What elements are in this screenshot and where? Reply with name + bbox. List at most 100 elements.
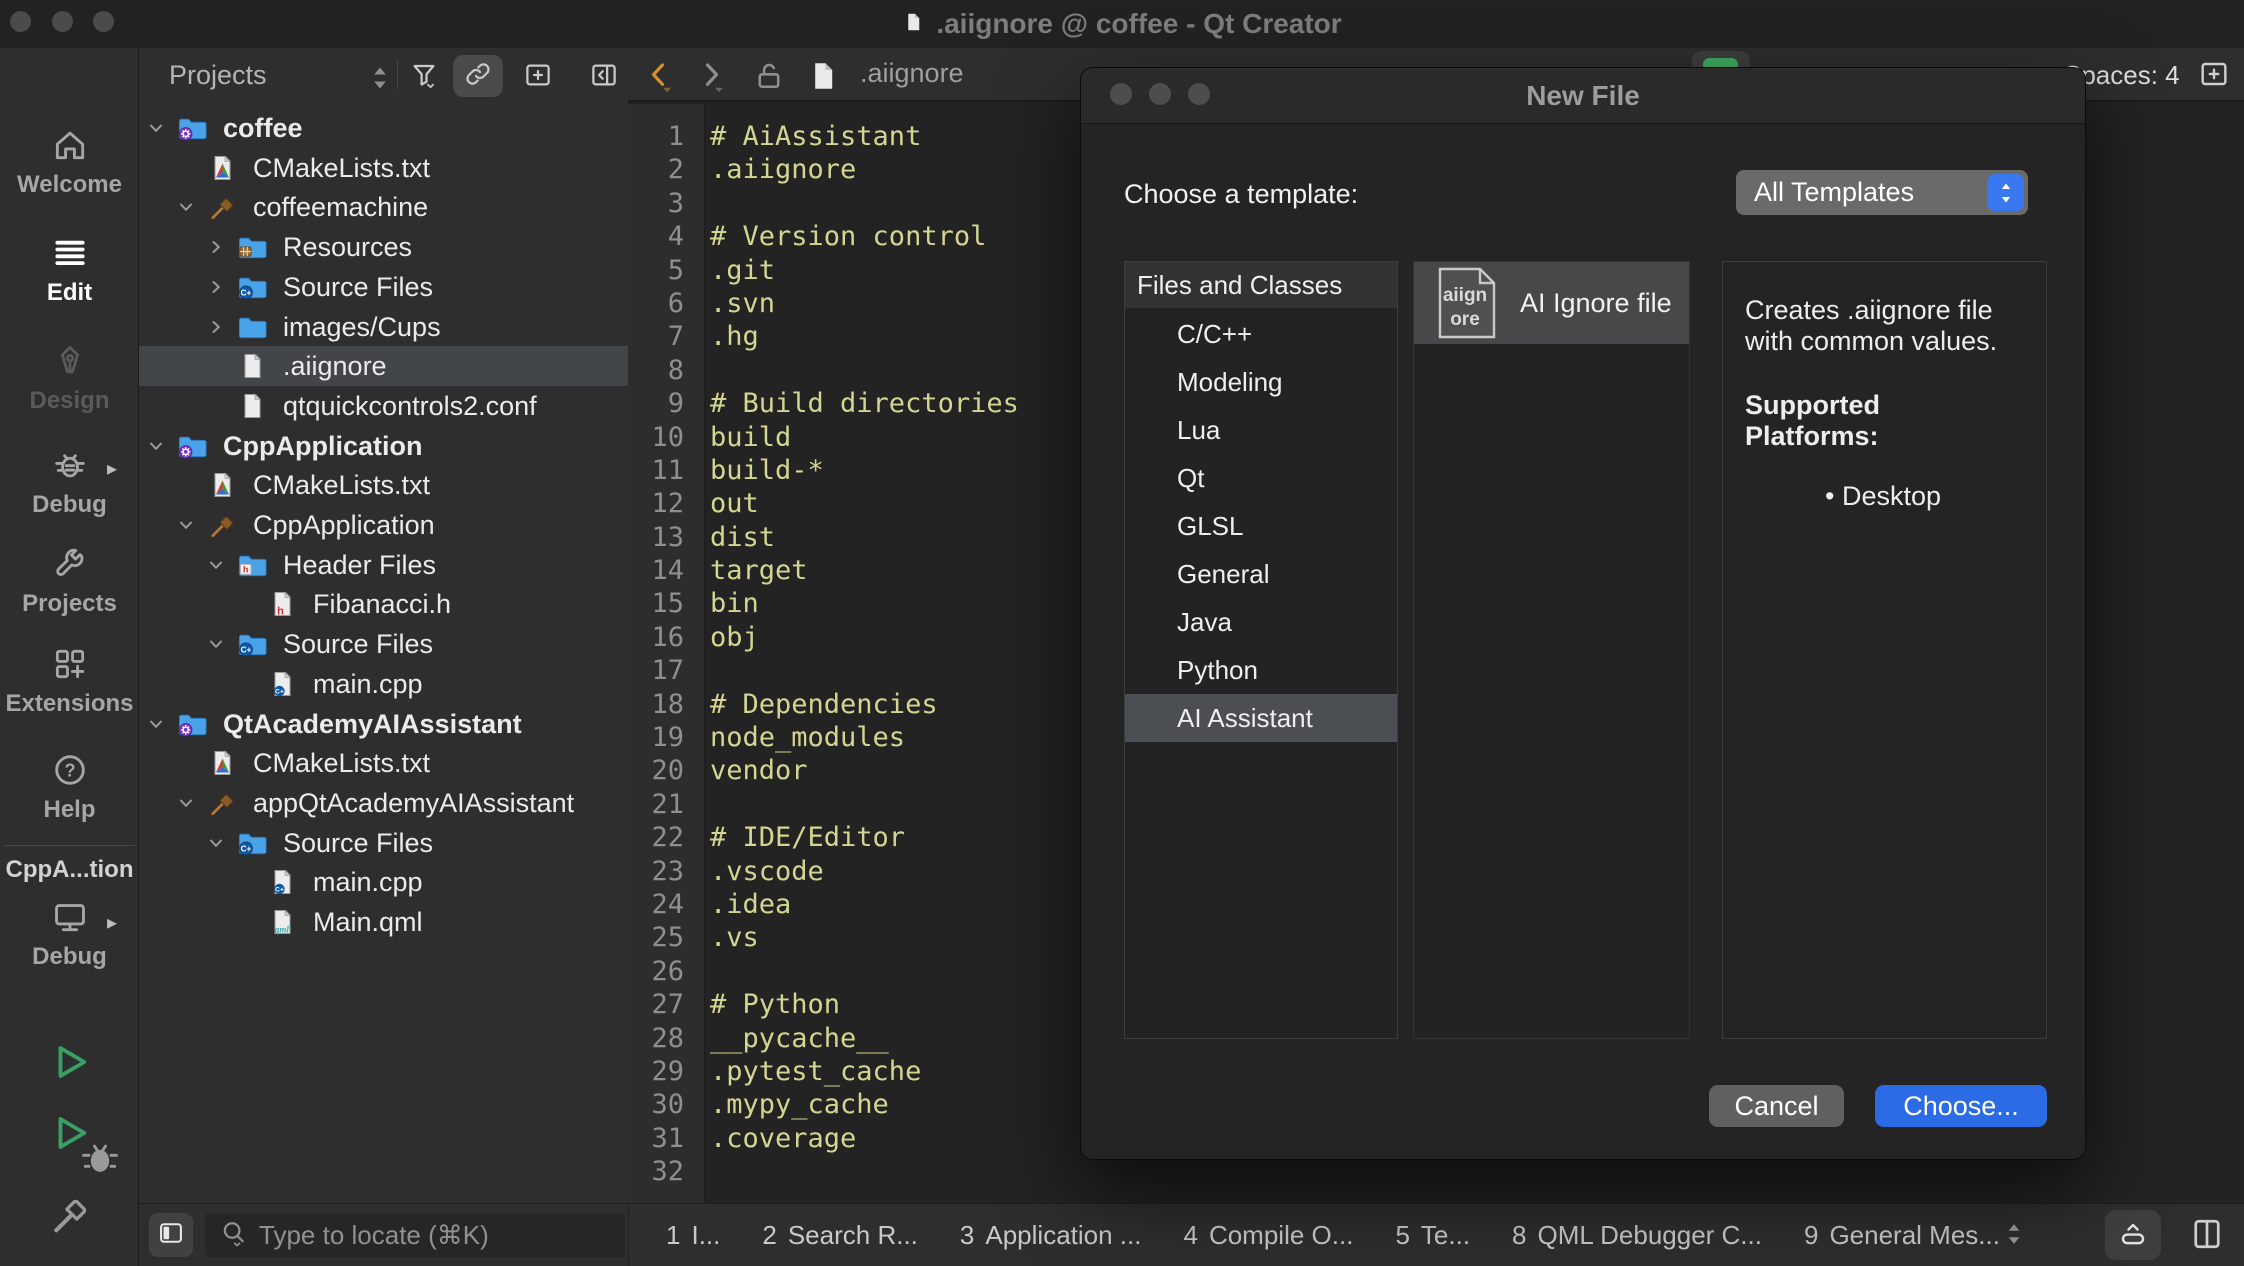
active-project-label[interactable]: CppA...tion [0,856,139,884]
tree-item-header-files[interactable]: hHeader Files [139,545,628,585]
line-number: 13 [628,521,696,554]
tree-item-cmakelists.txt[interactable]: CMakeLists.txt [139,743,628,783]
chevron-down-icon[interactable] [208,835,224,851]
toggle-output-pane-button[interactable] [2105,1210,2161,1260]
category-header-files-and-classes[interactable]: Files and Classes [1125,262,1397,308]
run-button[interactable] [0,1040,139,1089]
tree-item-source-files[interactable]: C+Source Files [139,267,628,307]
tree-item-main.cpp[interactable]: C+main.cpp [139,862,628,902]
tree-item-main.cpp[interactable]: C+main.cpp [139,664,628,704]
chevron-down-icon[interactable] [208,557,224,573]
code-text [696,789,710,820]
tree-item-qtquickcontrols2.conf[interactable]: qtquickcontrols2.conf [139,386,628,426]
sidebar-mode-projects[interactable]: Projects [0,545,139,618]
template-description-panel: Creates .aiignore file with common value… [1722,261,2047,1039]
tree-item-images-cups[interactable]: images/Cups [139,307,628,347]
chevron-down-icon[interactable] [178,795,194,811]
chevron-right-icon[interactable] [208,279,224,295]
debug-run-button[interactable] [0,1111,139,1160]
status-bar: Type to locate (⌘K) 1I...2Search R...3Ap… [139,1203,2244,1266]
output-pane-2[interactable]: 2Search R... [741,1220,939,1251]
file-icon[interactable] [806,58,840,99]
dialog-close-button[interactable] [1110,83,1132,105]
output-pane-9[interactable]: 9General Mes... [1783,1220,2021,1251]
category-item-java[interactable]: Java [1125,598,1397,646]
tree-item-fibanacci.h[interactable]: hFibanacci.h [139,584,628,624]
tree-item-cmakelists.txt[interactable]: CMakeLists.txt [139,148,628,188]
output-pane-3[interactable]: 3Application ... [939,1220,1163,1251]
line-number: 9 [628,387,696,420]
chevron-down-icon[interactable] [208,636,224,652]
category-item-glsl[interactable]: GLSL [1125,502,1397,550]
choose-button[interactable]: Choose... [1875,1085,2047,1127]
category-item-qt[interactable]: Qt [1125,454,1397,502]
sidebar-mode-help[interactable]: ?Help [0,751,139,824]
category-item-ai-assistant[interactable]: AI Assistant [1125,694,1397,742]
chevron-down-icon[interactable] [148,438,164,454]
navigate-back-icon[interactable] [642,58,676,99]
close-window-button[interactable] [10,11,31,32]
split-editor-icon[interactable] [2198,58,2230,95]
category-item-general[interactable]: General [1125,550,1397,598]
locator-input[interactable]: Type to locate (⌘K) [205,1213,625,1257]
output-pane-8[interactable]: 8QML Debugger C... [1491,1220,1783,1251]
cancel-button[interactable]: Cancel [1709,1085,1844,1127]
tree-item-source-files[interactable]: C+Source Files [139,624,628,664]
tree-item-qtacademyaiassistant[interactable]: QtAcademyAIAssistant [139,704,628,744]
folder-gear-icon [177,114,208,142]
tree-item-main.qml[interactable]: qmlMain.qml [139,902,628,942]
category-item-modeling[interactable]: Modeling [1125,358,1397,406]
output-pane-1[interactable]: 1I... [645,1220,741,1251]
document-icon [902,9,924,40]
output-pane-4[interactable]: 4Compile O... [1162,1220,1374,1251]
unlock-icon[interactable] [752,58,786,99]
sidebar-mode-extensions[interactable]: Extensions [0,645,139,718]
panel-selector-arrows-icon[interactable] [365,63,395,98]
category-item-python[interactable]: Python [1125,646,1397,694]
chevron-right-icon[interactable] [208,319,224,335]
dialog-minimize-button[interactable] [1149,83,1171,105]
tree-item-source-files[interactable]: C+Source Files [139,823,628,863]
sidebar-mode-debug[interactable]: Debug▸ [0,446,139,519]
add-panel-icon[interactable] [523,60,553,95]
tree-item-appqtacademyaiassistant[interactable]: appQtAcademyAIAssistant [139,783,628,823]
hammer-icon [48,1225,92,1242]
dialog-zoom-button[interactable] [1188,83,1210,105]
chevron-down-icon[interactable] [178,517,194,533]
tree-item-coffee[interactable]: coffee [139,108,628,148]
code-text: .coverage [696,1123,856,1154]
tree-item-cmakelists.txt[interactable]: CMakeLists.txt [139,465,628,505]
chevron-down-icon[interactable] [148,120,164,136]
search-icon [219,1218,249,1253]
sidebar-mode-design[interactable]: Design [0,342,139,415]
zoom-window-button[interactable] [93,11,114,32]
chevron-down-icon[interactable] [178,199,194,215]
code-text: .svn [696,288,775,319]
category-item-c-c-[interactable]: C/C++ [1125,310,1397,358]
filter-icon[interactable] [409,60,439,95]
tree-item-cppapplication[interactable]: CppApplication [139,426,628,466]
output-pane-arrows-icon[interactable] [2000,1220,2028,1253]
dialog-titlebar: New File [1081,68,2085,124]
build-button[interactable] [0,1194,139,1243]
template-filter-dropdown[interactable]: All Templates [1736,170,2028,215]
minimize-window-button[interactable] [52,11,73,32]
tree-item-coffeemachine[interactable]: coffeemachine [139,187,628,227]
category-item-lua[interactable]: Lua [1125,406,1397,454]
sidebar-mode-edit[interactable]: Edit [0,234,139,307]
navigate-forward-icon[interactable] [694,58,728,99]
link-with-editor-button[interactable] [453,55,503,97]
code-text [696,355,710,386]
debug-target-selector[interactable]: Debug▸ [0,898,139,971]
template-item-ai-ignore-file[interactable]: aiignore AI Ignore file [1414,262,1689,344]
collapse-panel-icon[interactable] [589,60,619,95]
chevron-right-icon[interactable] [208,239,224,255]
toggle-left-sidebar-button[interactable] [149,1213,193,1257]
tree-item-cppapplication[interactable]: CppApplication [139,505,628,545]
output-pane-5[interactable]: 5Te... [1374,1220,1491,1251]
tree-item-.aiignore[interactable]: .aiignore [139,346,628,386]
toggle-right-sidebar-button[interactable] [2189,1216,2225,1257]
tree-item-resources[interactable]: Resources [139,227,628,267]
chevron-down-icon[interactable] [148,716,164,732]
sidebar-mode-welcome[interactable]: Welcome [0,126,139,199]
